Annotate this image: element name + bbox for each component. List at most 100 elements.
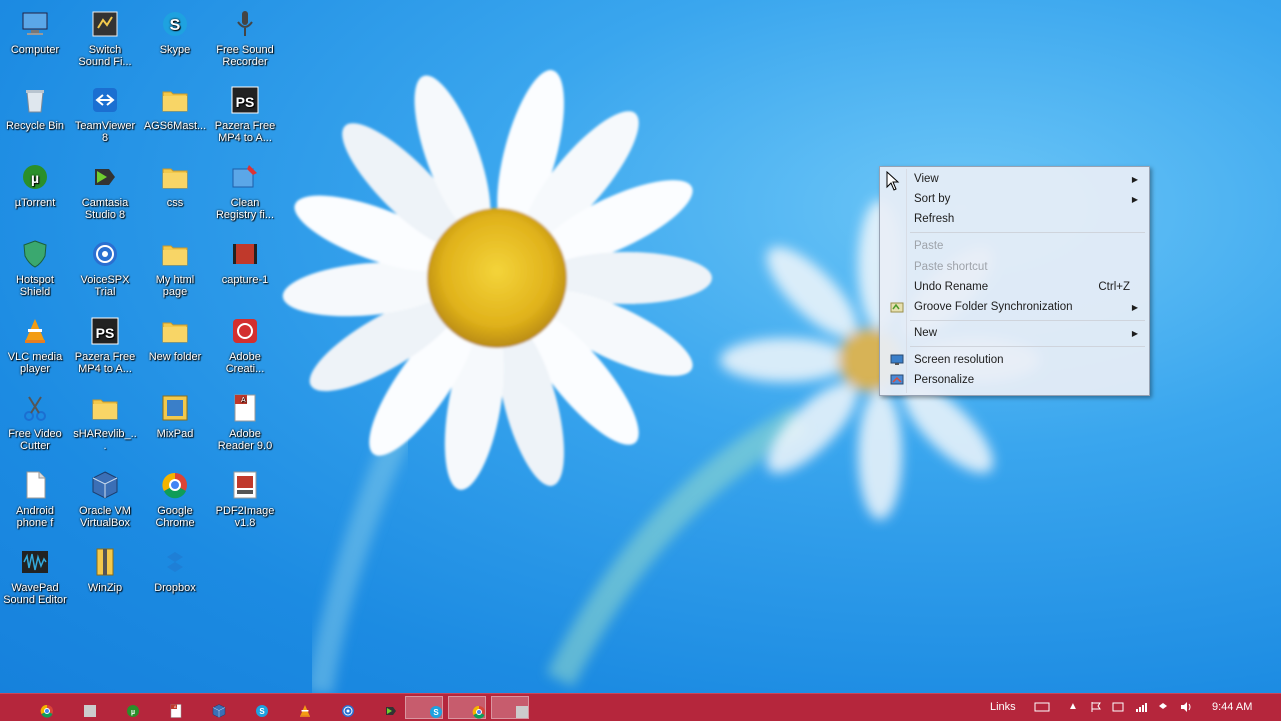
submenu-arrow-icon: ▶ <box>1131 329 1138 338</box>
desktop-icon[interactable]: Oracle VM VirtualBox <box>72 469 138 529</box>
menu-item-paste-shortcut[interactable]: Paste shortcut <box>882 258 1147 277</box>
desktop-icon-label: Dropbox <box>154 582 196 594</box>
menu-item-label: Screen resolution <box>914 354 1004 366</box>
desktop-icon[interactable]: PS Pazera Free MP4 to A... <box>72 315 138 375</box>
adobe-reader-icon: A <box>229 392 261 424</box>
action-center-flag-icon[interactable] <box>1090 701 1102 713</box>
groove-icon <box>890 302 904 313</box>
desktop-icon[interactable]: Recycle Bin <box>2 84 68 132</box>
voicespx-icon <box>89 238 121 270</box>
taskbar-button[interactable] <box>60 696 98 719</box>
desktop-icon[interactable]: S Skype <box>142 8 208 56</box>
folder-icon <box>159 161 191 193</box>
svg-text:S: S <box>433 708 439 717</box>
desktop-icon[interactable]: css <box>142 161 208 209</box>
volume-icon[interactable] <box>1180 701 1192 713</box>
taskbar-button[interactable]: µ <box>103 696 141 719</box>
taskbar-button[interactable] <box>189 696 227 719</box>
menu-separator <box>910 232 1145 233</box>
menu-item-personalize[interactable]: Personalize <box>882 371 1147 390</box>
taskbar-clock[interactable]: 9:44 AM <box>1212 701 1252 713</box>
groove-tray-icon[interactable] <box>1112 701 1124 713</box>
menu-item-label: Sort by <box>914 193 951 205</box>
mouse-cursor-icon <box>886 171 900 191</box>
svg-text:PS: PS <box>96 325 115 341</box>
desktop-icon-label: MixPad <box>156 428 194 440</box>
desktop-icon[interactable]: Switch Sound Fi... <box>72 8 138 68</box>
taskbar-button[interactable]: S <box>405 696 443 719</box>
desktop-icon[interactable]: Dropbox <box>142 546 208 594</box>
desktop-icon[interactable]: sHARevlib_... <box>72 392 138 452</box>
desktop-icon[interactable]: WavePad Sound Editor <box>2 546 68 606</box>
registry-icon <box>229 161 261 193</box>
menu-item-screen-resolution[interactable]: Screen resolution <box>882 351 1147 370</box>
desktop-icon[interactable]: Computer <box>2 8 68 56</box>
desktop-icon-label: WinZip <box>87 582 123 594</box>
taskbar-button[interactable] <box>17 696 55 719</box>
recycle-bin-icon <box>19 84 51 116</box>
menu-item-groove[interactable]: Groove Folder Synchronization ▶ <box>882 298 1147 317</box>
monitor-icon <box>890 354 904 365</box>
desktop-icon[interactable]: Adobe Creati... <box>212 315 278 375</box>
menu-item-label: Refresh <box>914 213 955 225</box>
taskbar-button[interactable] <box>275 696 313 719</box>
menu-item-label: Groove Folder Synchronization <box>914 301 1073 313</box>
desktop-icon-label: capture-1 <box>221 274 269 286</box>
desktop-icon[interactable]: Hotspot Shield <box>2 238 68 298</box>
desktop-icon-label: Pazera Free MP4 to A... <box>214 120 276 144</box>
desktop-icon[interactable]: TeamViewer 8 <box>72 84 138 144</box>
desktop-icon-label: css <box>166 197 184 209</box>
taskbar-button[interactable]: S <box>232 696 270 719</box>
desktop-icon[interactable]: VLC media player <box>2 315 68 375</box>
desktop-icon[interactable]: My html page <box>142 238 208 298</box>
winzip-icon <box>89 546 121 578</box>
desktop-icon[interactable]: MixPad <box>142 392 208 440</box>
show-hidden-icons-icon[interactable]: ▲ <box>1068 701 1080 713</box>
taskbar-button[interactable] <box>448 696 486 719</box>
dropbox-tray-icon[interactable] <box>1157 701 1169 713</box>
adobe-creative-icon <box>229 315 261 347</box>
hotspot-shield-icon <box>19 238 51 270</box>
desktop-icon-label: Free Video Cutter <box>8 428 62 452</box>
network-signal-icon[interactable] <box>1135 701 1147 713</box>
desktop-icon[interactable]: Free Sound Recorder <box>212 8 278 68</box>
menu-item-refresh[interactable]: Refresh <box>882 210 1147 229</box>
taskbar-button[interactable] <box>361 696 399 719</box>
desktop-icon[interactable]: Camtasia Studio 8 <box>72 161 138 221</box>
desktop-icon[interactable]: capture-1 <box>212 238 278 286</box>
desktop-icon[interactable]: Android phone f <box>2 469 68 529</box>
menu-item-undo-rename[interactable]: Undo Rename Ctrl+Z <box>882 278 1147 297</box>
taskbar: µ A S S Links ▲ 9:44 AM <box>0 693 1281 721</box>
desktop-icon-label: VoiceSPX Trial <box>80 274 130 298</box>
taskbar-button[interactable] <box>491 696 529 719</box>
desktop-icon[interactable]: VoiceSPX Trial <box>72 238 138 298</box>
pdf2image-icon <box>229 469 261 501</box>
menu-item-label: Personalize <box>914 374 975 386</box>
taskbar-button[interactable]: A <box>146 696 184 719</box>
desktop-icon[interactable]: µ µTorrent <box>2 161 68 209</box>
menu-item-paste[interactable]: Paste <box>882 237 1147 256</box>
desktop-icon-label: TeamViewer 8 <box>74 120 136 144</box>
menu-item-new[interactable]: New ▶ <box>882 324 1147 343</box>
chrome-icon <box>159 469 191 501</box>
desktop-icon[interactable]: PS Pazera Free MP4 to A... <box>212 84 278 144</box>
menu-item-view[interactable]: View ▶ <box>882 170 1147 189</box>
desktop-icon[interactable]: New folder <box>142 315 208 363</box>
desktop-icon[interactable]: Clean Registry fi... <box>212 161 278 221</box>
desktop-icon[interactable]: Google Chrome <box>142 469 208 529</box>
desktop-icon[interactable]: PDF2Image v1.8 <box>212 469 278 529</box>
taskbar-button[interactable] <box>318 696 356 719</box>
desktop-icon[interactable]: A Adobe Reader 9.0 <box>212 392 278 452</box>
folder-icon <box>89 392 121 424</box>
desktop-icon[interactable]: AGS6Mast... <box>142 84 208 132</box>
menu-item-sort-by[interactable]: Sort by ▶ <box>882 190 1147 209</box>
desktop-icon[interactable]: Free Video Cutter <box>2 392 68 452</box>
desktop-icon-label: Computer <box>10 44 60 56</box>
submenu-arrow-icon: ▶ <box>1131 195 1138 204</box>
menu-separator <box>910 320 1145 321</box>
virtualbox-icon <box>89 469 121 501</box>
links-toolbar[interactable]: Links <box>990 701 1016 713</box>
desktop-icon-label: Switch Sound Fi... <box>78 44 132 68</box>
desktop-icon[interactable]: WinZip <box>72 546 138 594</box>
keyboard-language-icon[interactable] <box>1034 701 1050 713</box>
